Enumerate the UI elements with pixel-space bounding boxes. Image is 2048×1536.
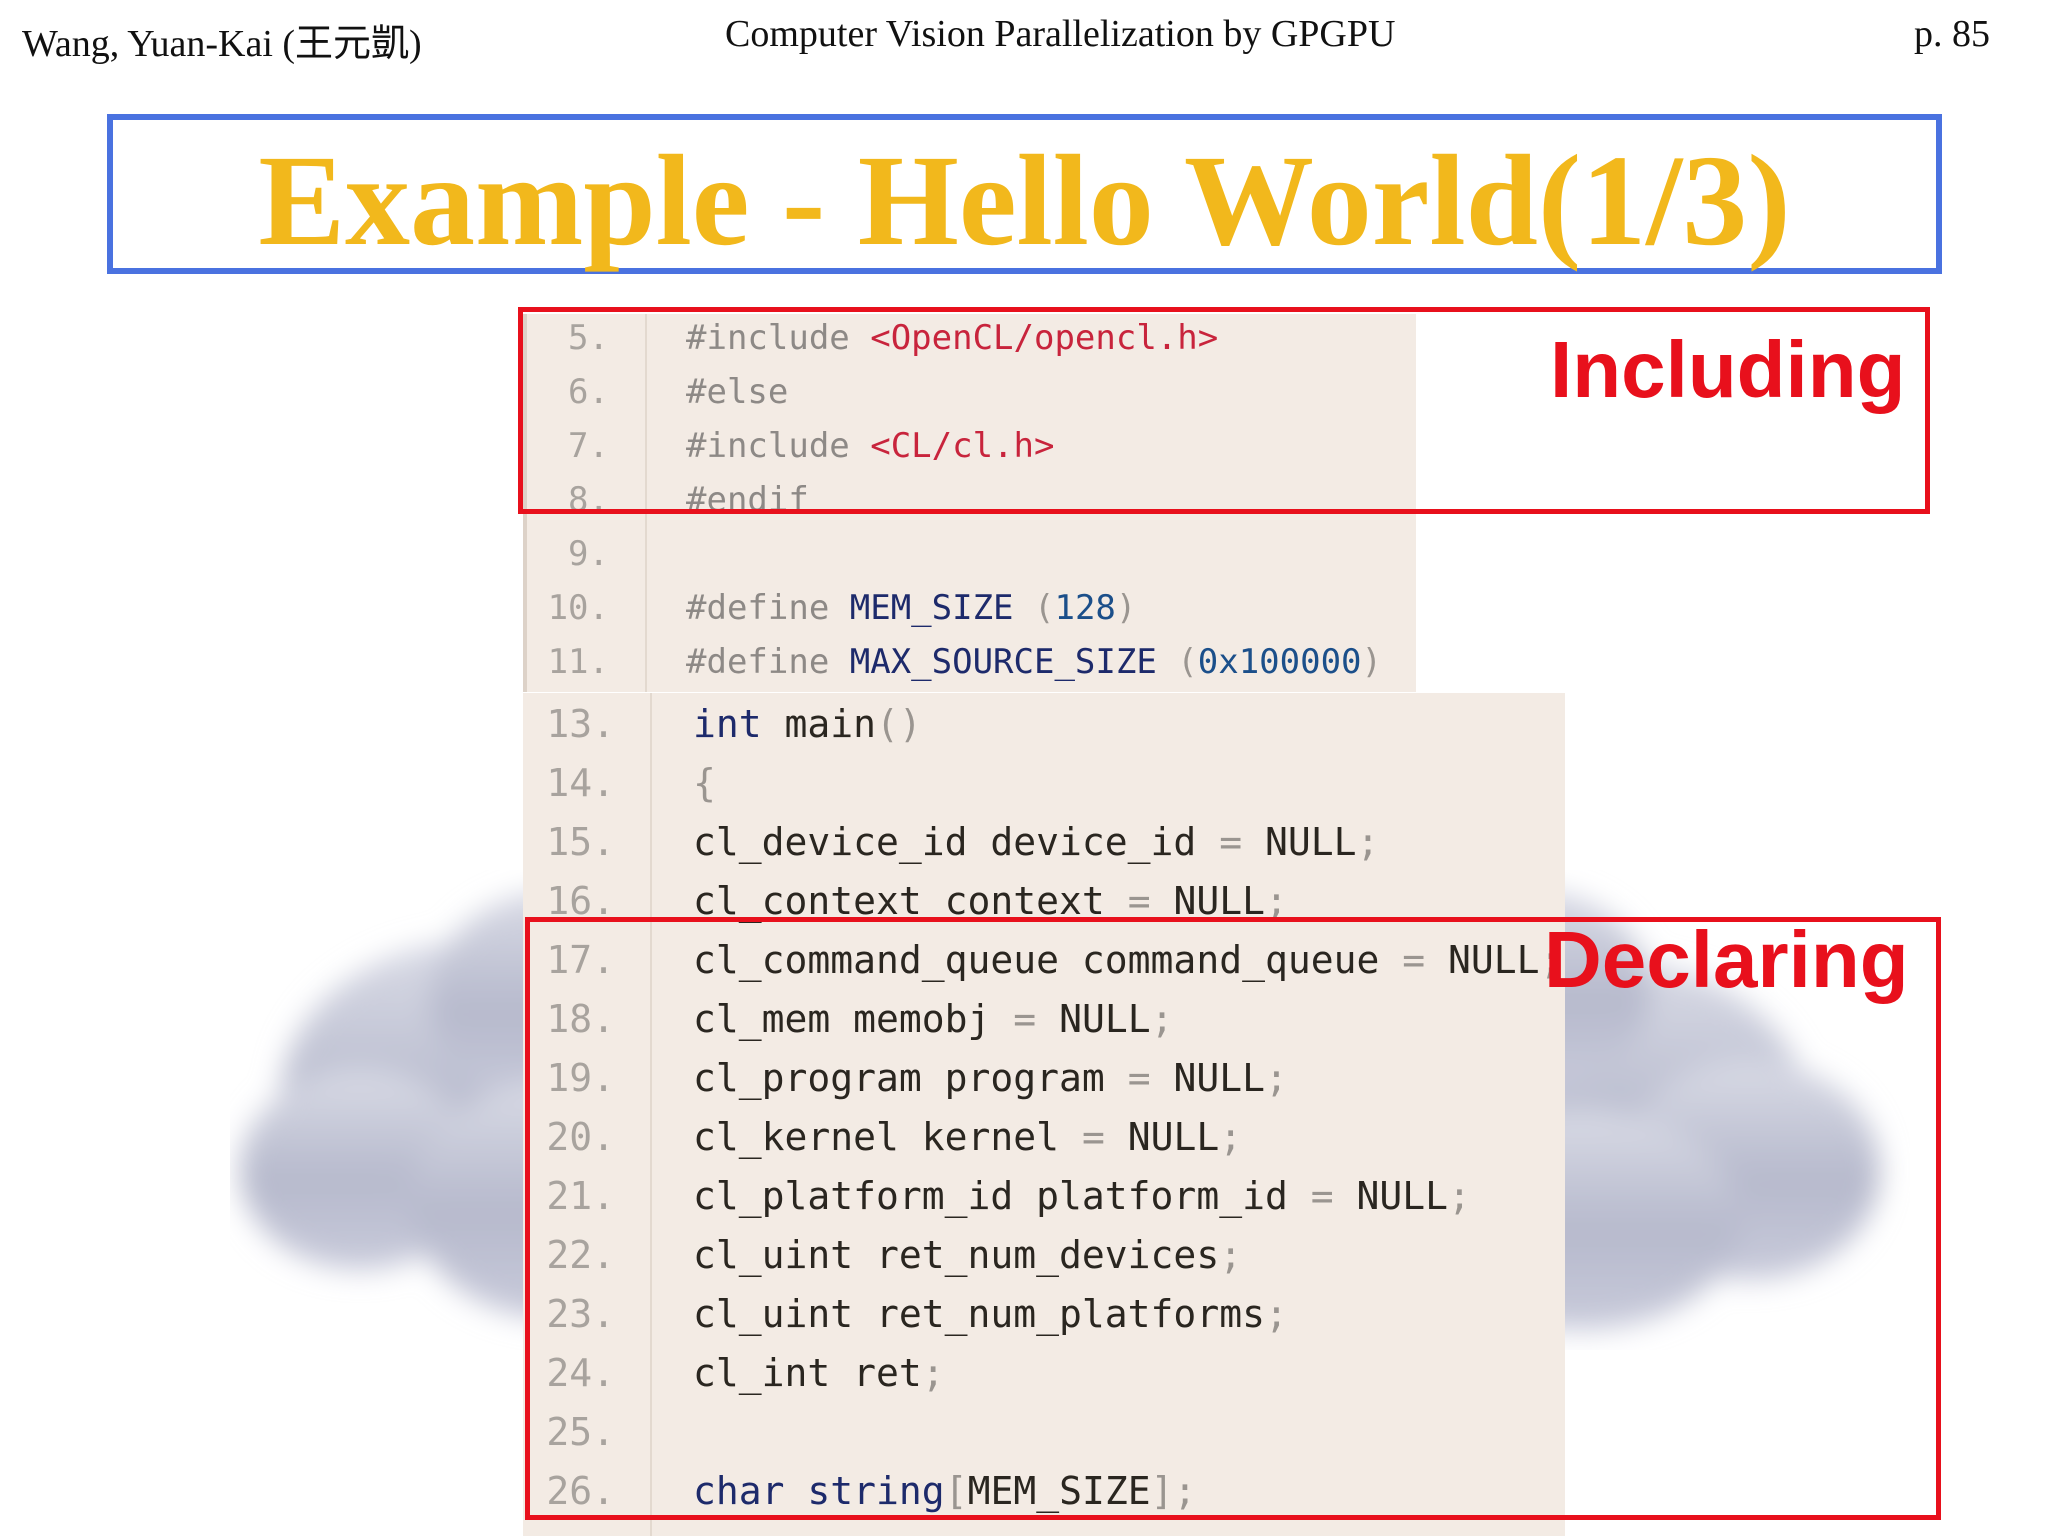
declaring-label: Declaring <box>1544 915 1909 1004</box>
code-line: 11. #define MAX_SOURCE_SIZE (0x100000) <box>523 642 1416 682</box>
code-token: MEM_SIZE <box>849 588 1034 628</box>
course-title: Computer Vision Parallelization by GPGPU <box>725 13 1396 55</box>
code-text: cl_device_id device_id = NULL; <box>693 819 1379 865</box>
line-number: 13. <box>546 702 615 746</box>
slide-title-box: Example - Hello World(1/3) <box>107 114 1942 274</box>
code-token: #define <box>686 642 850 682</box>
code-token: = <box>1219 820 1265 864</box>
code-token: ( <box>1177 642 1198 682</box>
code-token: 128 <box>1054 588 1116 628</box>
code-token: 0x100000 <box>1197 642 1362 682</box>
line-number: 15. <box>546 820 615 864</box>
line-number: 10. <box>547 588 609 628</box>
code-text: { <box>693 760 716 806</box>
line-number: 9. <box>568 534 609 574</box>
code-token: #define <box>686 588 850 628</box>
code-token: ) <box>1115 588 1137 628</box>
line-number: 14. <box>546 761 615 805</box>
code-text: int main() <box>693 701 922 747</box>
code-line: 15. cl_device_id device_id = NULL; <box>523 819 1565 865</box>
code-token: NULL <box>1264 820 1357 864</box>
code-token: main <box>784 702 877 746</box>
code-line: 14. { <box>523 760 1565 806</box>
code-token: MAX_SOURCE_SIZE <box>849 642 1178 682</box>
slide-author: Wang, Yuan-Kai (王元凱) <box>22 23 422 65</box>
declaring-highlight-box <box>525 917 1941 1520</box>
code-token: cl_device_id device_id <box>693 820 1220 864</box>
code-line: 13. int main() <box>523 701 1565 747</box>
code-text: #define MAX_SOURCE_SIZE (0x100000) <box>686 642 1382 682</box>
including-label: Including <box>1550 325 1906 414</box>
slide-title: Example - Hello World(1/3) <box>258 129 1791 273</box>
line-number: 11. <box>547 642 609 682</box>
code-line: 10. #define MEM_SIZE (128) <box>523 588 1416 628</box>
page-number: p. 85 <box>1914 13 1990 55</box>
code-text: #define MEM_SIZE (128) <box>686 588 1136 628</box>
code-line: 9. <box>523 534 1416 574</box>
code-token: () <box>876 702 922 746</box>
code-token: ( <box>1034 588 1055 628</box>
code-token: int <box>693 702 785 746</box>
code-token: ; <box>1356 820 1380 864</box>
code-token: { <box>693 761 716 805</box>
code-token: ) <box>1361 642 1383 682</box>
